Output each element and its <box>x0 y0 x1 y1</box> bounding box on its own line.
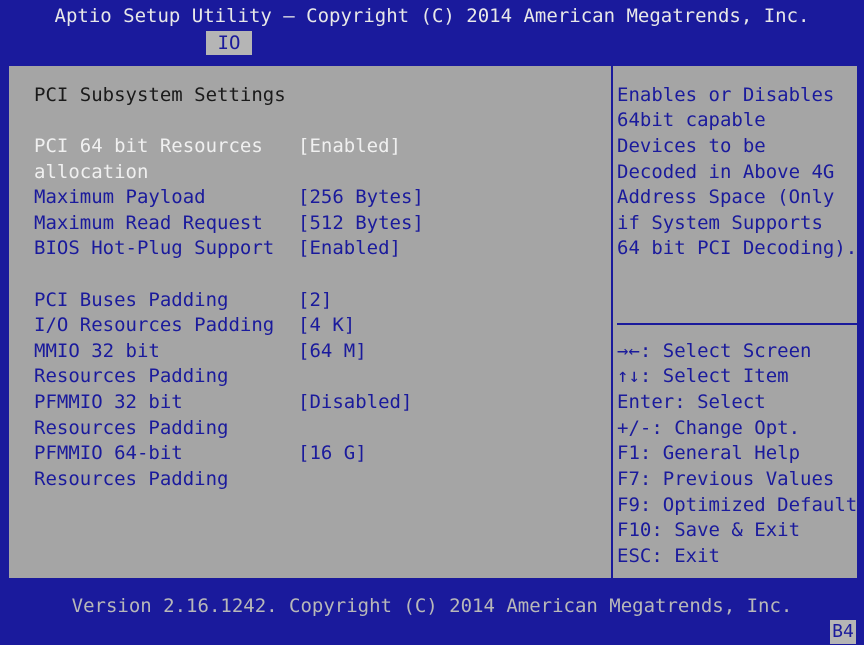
setting-value[interactable]: [Disabled] <box>298 390 412 416</box>
setting-value[interactable]: [2] <box>298 288 332 314</box>
key-hint-select-item: ↑↓: Select Item <box>617 365 789 387</box>
help-text-line: Address Space (Only <box>617 186 835 208</box>
arrows-left-right-icon: →← <box>617 340 640 362</box>
setting-label: PFMMIO 64-bit <box>34 442 183 464</box>
section-title: PCI Subsystem Settings <box>34 84 286 106</box>
setting-value[interactable]: [Enabled] <box>298 236 401 262</box>
version-footer: Version 2.16.1242. Copyright (C) 2014 Am… <box>71 595 793 617</box>
main-panel: PCI Subsystem Settings PCI 64 bit Resour… <box>7 64 864 580</box>
arrows-up-down-icon: ↑↓ <box>617 365 640 387</box>
key-hint-select-screen: →←: Select Screen <box>617 340 812 362</box>
setting-value[interactable]: [4 K] <box>298 313 355 339</box>
tab-io[interactable]: IO <box>206 31 252 55</box>
setting-label: Resources Padding <box>34 365 229 387</box>
setting-label: Resources Padding <box>34 468 229 490</box>
help-text-line: Enables or Disables <box>617 84 835 106</box>
setting-label: MMIO 32 bit <box>34 340 160 362</box>
key-hint-f10: F10: Save & Exit <box>617 519 801 541</box>
setting-label: I/O Resources Padding <box>34 314 275 336</box>
setting-label: PCI Buses Padding <box>34 289 229 311</box>
setting-value[interactable]: [16 G] <box>298 441 367 467</box>
setting-label: PCI 64 bit Resources <box>34 135 263 157</box>
help-text-line: 64 bit PCI Decoding). <box>617 237 858 259</box>
help-divider <box>617 323 857 325</box>
setting-value[interactable]: [512 Bytes] <box>298 211 424 237</box>
setting-label: Maximum Payload <box>34 186 206 208</box>
help-text-line: if System Supports <box>617 212 823 234</box>
key-hint-enter: Enter: Select <box>617 391 766 413</box>
setting-label: allocation <box>34 161 149 183</box>
help-text-line: Devices to be <box>617 135 766 157</box>
setting-label: BIOS Hot-Plug Support <box>34 237 275 259</box>
setting-value[interactable]: [256 Bytes] <box>298 185 424 211</box>
setting-label: Maximum Read Request <box>34 212 263 234</box>
key-hint-f7: F7: Previous Values <box>617 468 835 490</box>
setting-label: Resources Padding <box>34 417 229 439</box>
help-text-line: 64bit capable <box>617 109 766 131</box>
key-hint-f1: F1: General Help <box>617 442 801 464</box>
help-text-line: Decoded in Above 4G <box>617 161 835 183</box>
status-badge: B4 <box>830 620 856 644</box>
key-hint-change-opt: +/-: Change Opt. <box>617 417 801 439</box>
window-title: Aptio Setup Utility – Copyright (C) 2014… <box>54 5 810 27</box>
setting-label: PFMMIO 32 bit <box>34 391 183 413</box>
setting-value[interactable]: [Enabled] <box>298 134 401 160</box>
key-hint-f9: F9: Optimized Defaults <box>617 494 864 516</box>
key-hint-esc: ESC: Exit <box>617 545 720 567</box>
setting-value[interactable]: [64 M] <box>298 339 367 365</box>
column-divider <box>611 66 613 578</box>
